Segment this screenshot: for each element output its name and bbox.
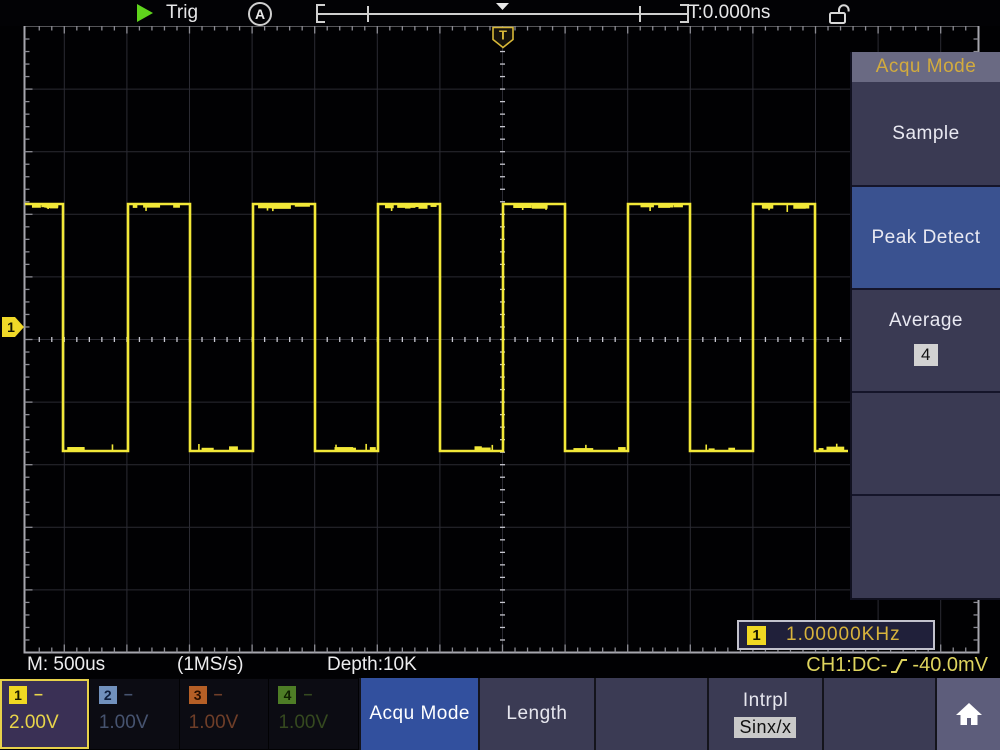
menu-item-average[interactable]: Average 4	[852, 288, 1000, 391]
trig-label: Trig	[166, 0, 198, 26]
acqu-mode-button[interactable]: Acqu Mode	[359, 678, 478, 750]
channel-4-box[interactable]: 4 – 1.00V	[269, 679, 358, 749]
acquire-menu: Acqu Mode Sample Peak Detect Average 4	[850, 52, 1000, 600]
menu-item-empty-2	[852, 494, 1000, 597]
oscilloscope-screen: T 1 Trig A T:0.000ns 1 1.00000KHz M: 500u…	[0, 0, 1000, 750]
timebase-readout: M: 500us	[27, 653, 105, 677]
trigger-source: CH1:DC-	[806, 654, 887, 677]
length-button[interactable]: Length	[478, 678, 594, 750]
freq-meter-channel-badge: 1	[747, 626, 766, 645]
intrpl-value: Sinx/x	[734, 717, 796, 738]
unlock-icon	[827, 2, 853, 25]
freq-meter: 1 1.00000KHz	[737, 620, 935, 650]
menu-title: Acqu Mode	[852, 52, 1000, 82]
bottom-menu-bar: 1 – 2.00V 2 – 1.00V 3 – 1.00V 4 – 1.00V	[0, 678, 1000, 750]
auto-trigger-icon: A	[248, 2, 272, 26]
intrpl-button[interactable]: Intrpl Sinx/x	[707, 678, 823, 750]
sample-rate-readout: (1MS/s)	[177, 653, 244, 677]
home-button[interactable]	[935, 678, 1000, 750]
home-icon	[953, 700, 985, 728]
record-window-indicator	[312, 1, 694, 25]
empty-button-2	[822, 678, 935, 750]
empty-button-1	[594, 678, 707, 750]
rising-edge-icon	[890, 656, 909, 675]
trigger-info-readout: CH1:DC- -40.0mV	[806, 652, 988, 678]
channel-1-box[interactable]: 1 – 2.00V	[0, 679, 89, 749]
svg-text:T: T	[499, 28, 507, 43]
trigger-position-pointer	[496, 3, 509, 10]
menu-item-peak-detect[interactable]: Peak Detect	[852, 185, 1000, 288]
channel-3-box[interactable]: 3 – 1.00V	[180, 679, 269, 749]
trigger-time-offset: T:0.000ns	[688, 0, 770, 26]
trigger-level: -40.0mV	[912, 654, 988, 677]
svg-text:1: 1	[7, 319, 15, 335]
freq-meter-value: 1.00000KHz	[786, 624, 901, 646]
channel-2-box[interactable]: 2 – 1.00V	[90, 679, 179, 749]
top-status-bar: Trig A T:0.000ns	[0, 0, 1000, 26]
average-count-value: 4	[914, 344, 938, 366]
record-depth-readout: Depth:10K	[327, 653, 417, 677]
menu-item-empty-1	[852, 391, 1000, 494]
menu-item-sample[interactable]: Sample	[852, 82, 1000, 185]
run-state-icon	[136, 3, 154, 23]
